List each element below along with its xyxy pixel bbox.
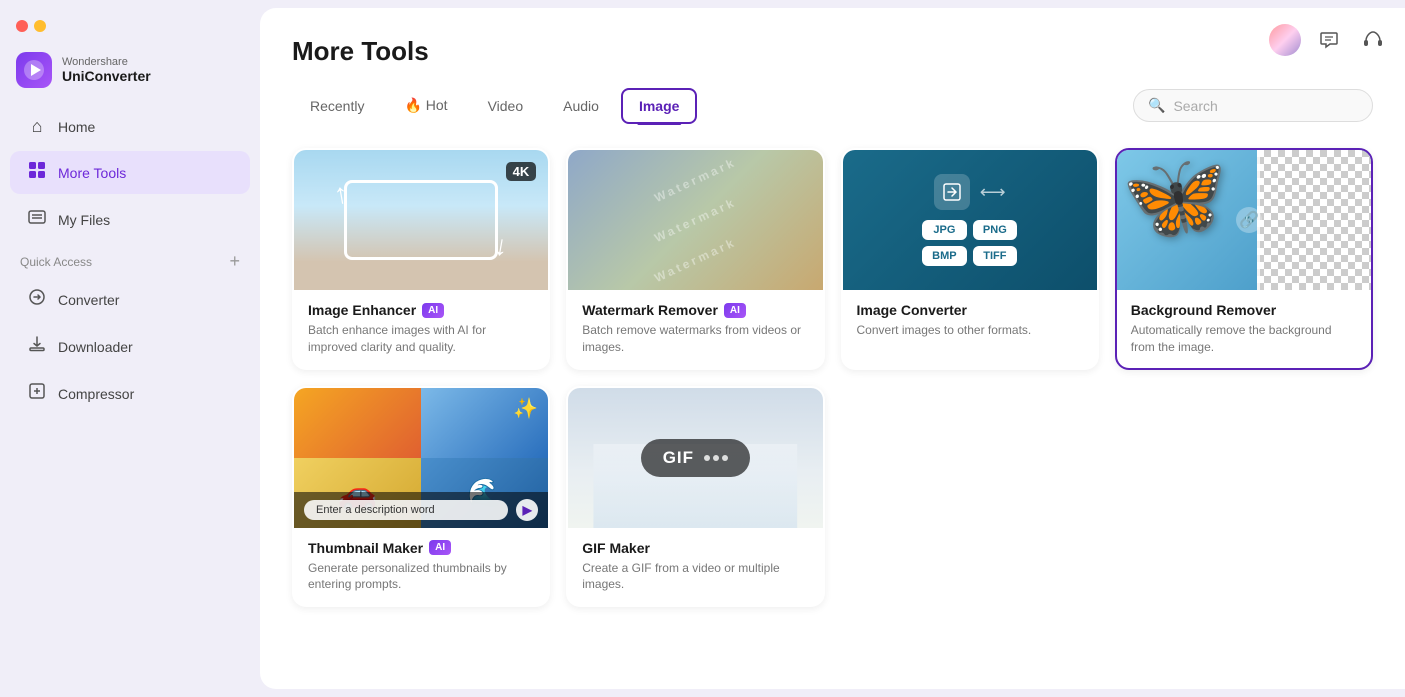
sidebar-item-downloader[interactable]: Downloader [10, 325, 250, 368]
ai-badge: AI [422, 303, 444, 318]
tool-thumb-image-converter: ⟷ JPG PNG BMP TIFF [843, 150, 1097, 290]
quick-access-label: Quick Access + [0, 243, 260, 276]
user-avatar[interactable] [1269, 24, 1301, 56]
sidebar-item-my-files[interactable]: My Files [10, 198, 250, 241]
search-icon: 🔍 [1148, 97, 1165, 114]
tool-thumb-background-remover: 🦋 🔗 [1117, 150, 1371, 290]
converter-icon [26, 288, 48, 311]
sidebar-item-compressor[interactable]: Compressor [10, 372, 250, 415]
tool-info-watermark-remover: Watermark Remover AI Batch remove waterm… [568, 290, 822, 368]
chat-icon[interactable] [1313, 24, 1345, 56]
app-name: Wondershare UniConverter [62, 56, 151, 84]
home-icon: ⌂ [26, 116, 48, 137]
tool-thumb-thumbnail-maker: 🚗 🌊 ✨ Enter a description word ▶ [294, 388, 548, 528]
ai-badge: AI [429, 540, 451, 555]
sidebar-item-converter[interactable]: Converter [10, 278, 250, 321]
traffic-lights [16, 20, 46, 32]
tab-audio[interactable]: Audio [545, 88, 617, 124]
add-quick-access-button[interactable]: + [229, 251, 240, 272]
tool-info-thumbnail-maker: Thumbnail Maker AI Generate personalized… [294, 528, 548, 606]
titlebar [0, 12, 260, 48]
tool-card-gif-maker[interactable]: GIF GIF Maker Create a GIF from a video … [566, 386, 824, 608]
tool-card-thumbnail-maker[interactable]: 🚗 🌊 ✨ Enter a description word ▶ Thumbna… [292, 386, 550, 608]
tools-grid: 4K ↑ ↓ Image Enhancer AI Batch enhance i… [292, 148, 1373, 607]
badge-4k: 4K [506, 162, 537, 181]
thumbnail-generate-button[interactable]: ▶ [516, 499, 538, 521]
downloader-icon [26, 335, 48, 358]
tab-recently[interactable]: Recently [292, 88, 382, 124]
search-box[interactable]: 🔍 [1133, 89, 1373, 122]
tool-card-watermark-remover[interactable]: Watermark Watermark Watermark Watermark … [566, 148, 824, 370]
minimize-button[interactable] [34, 20, 46, 32]
ai-badge: AI [724, 303, 746, 318]
search-input[interactable] [1173, 98, 1358, 114]
more-tools-icon [26, 161, 48, 184]
tabs-row: Recently 🔥 Hot Video Audio Image 🔍 [292, 87, 1373, 124]
sidebar: Wondershare UniConverter ⌂ Home More Too… [0, 0, 260, 697]
topbar-icons [1269, 24, 1389, 56]
tool-info-gif-maker: GIF Maker Create a GIF from a video or m… [568, 528, 822, 606]
tool-info-image-converter: Image Converter Convert images to other … [843, 290, 1097, 351]
tool-thumb-gif-maker: GIF [568, 388, 822, 528]
tool-info-image-enhancer: Image Enhancer AI Batch enhance images w… [294, 290, 548, 368]
compressor-icon [26, 382, 48, 405]
page-title: More Tools [292, 36, 1373, 67]
tool-info-background-remover: Background Remover Automatically remove … [1117, 290, 1371, 368]
app-logo [16, 52, 52, 88]
tab-image[interactable]: Image [621, 88, 697, 124]
tool-card-image-enhancer[interactable]: 4K ↑ ↓ Image Enhancer AI Batch enhance i… [292, 148, 550, 370]
main-content: More Tools Recently 🔥 Hot Video Audio Im… [260, 8, 1405, 689]
tool-card-background-remover[interactable]: 🦋 🔗 Background Remover Automatically rem… [1115, 148, 1373, 370]
headphones-icon[interactable] [1357, 24, 1389, 56]
sidebar-item-home[interactable]: ⌂ Home [10, 106, 250, 147]
my-files-icon [26, 208, 48, 231]
tab-video[interactable]: Video [470, 88, 542, 124]
tool-thumb-watermark-remover: Watermark Watermark Watermark [568, 150, 822, 290]
sidebar-item-more-tools[interactable]: More Tools [10, 151, 250, 194]
close-button[interactable] [16, 20, 28, 32]
tool-thumb-image-enhancer: 4K ↑ ↓ [294, 150, 548, 290]
thumbnail-prompt-input: Enter a description word [304, 500, 508, 520]
tab-hot[interactable]: 🔥 Hot [386, 87, 465, 124]
tool-card-image-converter[interactable]: ⟷ JPG PNG BMP TIFF Image Converter Conve… [841, 148, 1099, 370]
